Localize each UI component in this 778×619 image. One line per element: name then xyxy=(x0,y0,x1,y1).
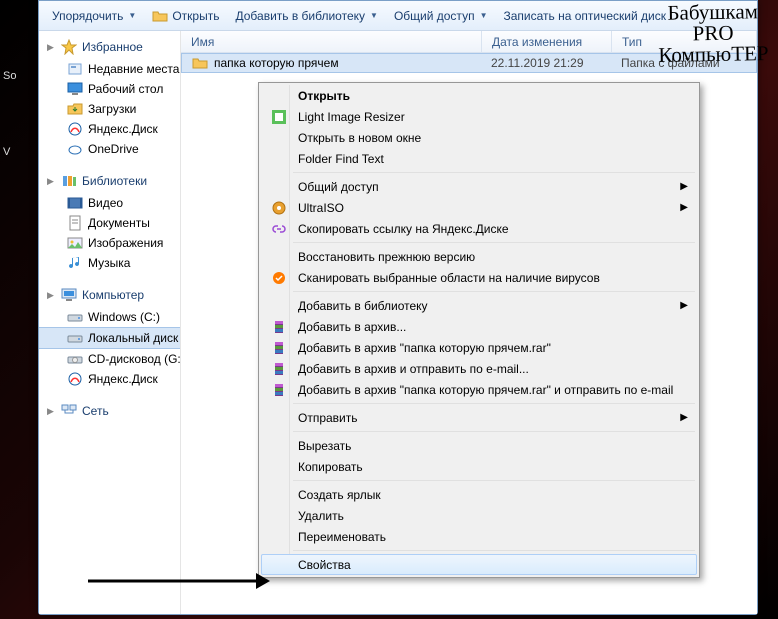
context-menu-separator xyxy=(293,403,695,404)
network-icon xyxy=(61,403,77,419)
uiso-icon xyxy=(266,200,292,216)
context-menu-item[interactable]: Вырезать xyxy=(261,435,697,456)
context-menu-item[interactable]: Добавить в архив "папка которую прячем.r… xyxy=(261,337,697,358)
libraries-icon xyxy=(61,173,77,189)
context-menu-item[interactable]: Создать ярлык xyxy=(261,484,697,505)
submenu-arrow-icon: ▶ xyxy=(680,181,688,192)
chevron-down-icon: ▼ xyxy=(370,11,378,20)
context-menu-item[interactable]: Открыть в новом окне xyxy=(261,127,697,148)
context-menu-item[interactable]: Folder Find Text xyxy=(261,148,697,169)
context-menu-item[interactable]: Общий доступ▶ xyxy=(261,176,697,197)
nav-item[interactable]: Документы xyxy=(39,213,180,233)
nav-item[interactable]: Изображения xyxy=(39,233,180,253)
context-menu-separator xyxy=(293,172,695,173)
context-menu-separator xyxy=(293,291,695,292)
music-icon xyxy=(67,255,83,271)
context-menu-item[interactable]: Отправить▶ xyxy=(261,407,697,428)
nav-item[interactable]: Яндекс.Диск xyxy=(39,119,180,139)
nav-item[interactable]: Рабочий стол xyxy=(39,79,180,99)
nav-item[interactable]: Видео xyxy=(39,193,180,213)
organize-button[interactable]: Упорядочить▼ xyxy=(45,6,143,26)
column-name[interactable]: Имя xyxy=(181,31,482,52)
submenu-arrow-icon: ▶ xyxy=(680,300,688,311)
chevron-down-icon: ▼ xyxy=(480,11,488,20)
nav-group-network[interactable]: ▶Сеть xyxy=(39,399,180,423)
context-menu-item[interactable]: Копировать xyxy=(261,456,697,477)
burn-button[interactable]: Записать на оптический диск xyxy=(496,6,673,26)
downloads-icon xyxy=(67,101,83,117)
context-menu-separator xyxy=(293,242,695,243)
lir-icon xyxy=(266,109,292,125)
expand-icon: ▶ xyxy=(47,42,56,53)
desktop-icon-label: So xyxy=(3,70,16,82)
link-icon xyxy=(266,221,292,237)
context-menu-item[interactable]: Удалить xyxy=(261,505,697,526)
context-menu-item[interactable]: Добавить в архив и отправить по e-mail..… xyxy=(261,358,697,379)
expand-icon: ▶ xyxy=(47,290,56,301)
nav-item[interactable]: Музыка xyxy=(39,253,180,273)
avast-icon xyxy=(266,270,292,286)
rar-icon xyxy=(266,319,292,335)
nav-item[interactable]: Windows (C:) xyxy=(39,307,180,327)
nav-item[interactable]: Недавние места xyxy=(39,59,180,79)
submenu-arrow-icon: ▶ xyxy=(680,412,688,423)
video-icon xyxy=(67,195,83,211)
computer-icon xyxy=(61,287,77,303)
drive-icon xyxy=(67,330,83,346)
folder-icon xyxy=(192,55,208,71)
yadisk-icon xyxy=(67,371,83,387)
context-menu-separator xyxy=(293,480,695,481)
rar-icon xyxy=(266,340,292,356)
yadisk-icon xyxy=(67,121,83,137)
context-menu: ОткрытьLight Image ResizerОткрыть в ново… xyxy=(258,82,700,578)
submenu-arrow-icon: ▶ xyxy=(680,202,688,213)
context-menu-item[interactable]: Скопировать ссылку на Яндекс.Диске xyxy=(261,218,697,239)
add-to-library-button[interactable]: Добавить в библиотеку▼ xyxy=(228,6,384,26)
nav-group-star[interactable]: ▶Избранное xyxy=(39,35,180,59)
nav-group-libraries[interactable]: ▶Библиотеки xyxy=(39,169,180,193)
recent-icon xyxy=(67,61,83,77)
rar-icon xyxy=(266,382,292,398)
context-menu-item[interactable]: Открыть xyxy=(261,85,697,106)
context-menu-item[interactable]: Light Image Resizer xyxy=(261,106,697,127)
expand-icon: ▶ xyxy=(47,176,56,187)
expand-icon: ▶ xyxy=(47,406,56,417)
nav-item[interactable]: Локальный диск xyxy=(39,327,180,349)
chevron-down-icon: ▼ xyxy=(128,11,136,20)
desktop-icon-label: V xyxy=(3,146,10,158)
share-button[interactable]: Общий доступ▼ xyxy=(387,6,495,26)
nav-item[interactable]: CD-дисковод (G:) xyxy=(39,349,180,369)
context-menu-item[interactable]: UltraISO▶ xyxy=(261,197,697,218)
cd-icon xyxy=(67,351,83,367)
pictures-icon xyxy=(67,235,83,251)
onedrive-icon xyxy=(67,141,83,157)
context-menu-item[interactable]: Добавить в архив... xyxy=(261,316,697,337)
nav-item[interactable]: OneDrive xyxy=(39,139,180,159)
drive-icon xyxy=(67,309,83,325)
column-date[interactable]: Дата изменения xyxy=(482,31,612,52)
column-type[interactable]: Тип xyxy=(612,31,757,52)
nav-item[interactable]: Яндекс.Диск xyxy=(39,369,180,389)
docs-icon xyxy=(67,215,83,231)
file-row[interactable]: папка которую прячем22.11.2019 21:29Папк… xyxy=(181,53,757,73)
context-menu-separator xyxy=(293,550,695,551)
context-menu-item[interactable]: Добавить в библиотеку▶ xyxy=(261,295,697,316)
nav-item[interactable]: Загрузки xyxy=(39,99,180,119)
context-menu-item[interactable]: Свойства xyxy=(261,554,697,575)
rar-icon xyxy=(266,361,292,377)
column-headers[interactable]: Имя Дата изменения Тип xyxy=(181,31,757,53)
context-menu-item[interactable]: Сканировать выбранные области на наличие… xyxy=(261,267,697,288)
context-menu-item[interactable]: Восстановить прежнюю версию xyxy=(261,246,697,267)
context-menu-item[interactable]: Добавить в архив "папка которую прячем.r… xyxy=(261,379,697,400)
navigation-pane[interactable]: ▶ИзбранноеНедавние местаРабочий столЗагр… xyxy=(39,31,181,614)
explorer-toolbar: Упорядочить▼ Открыть Добавить в библиоте… xyxy=(39,1,757,31)
context-menu-separator xyxy=(293,431,695,432)
desktop-icon xyxy=(67,81,83,97)
star-icon xyxy=(61,39,77,55)
context-menu-item[interactable]: Переименовать xyxy=(261,526,697,547)
nav-group-computer[interactable]: ▶Компьютер xyxy=(39,283,180,307)
folder-open-icon xyxy=(152,8,168,24)
open-button[interactable]: Открыть xyxy=(145,5,226,27)
